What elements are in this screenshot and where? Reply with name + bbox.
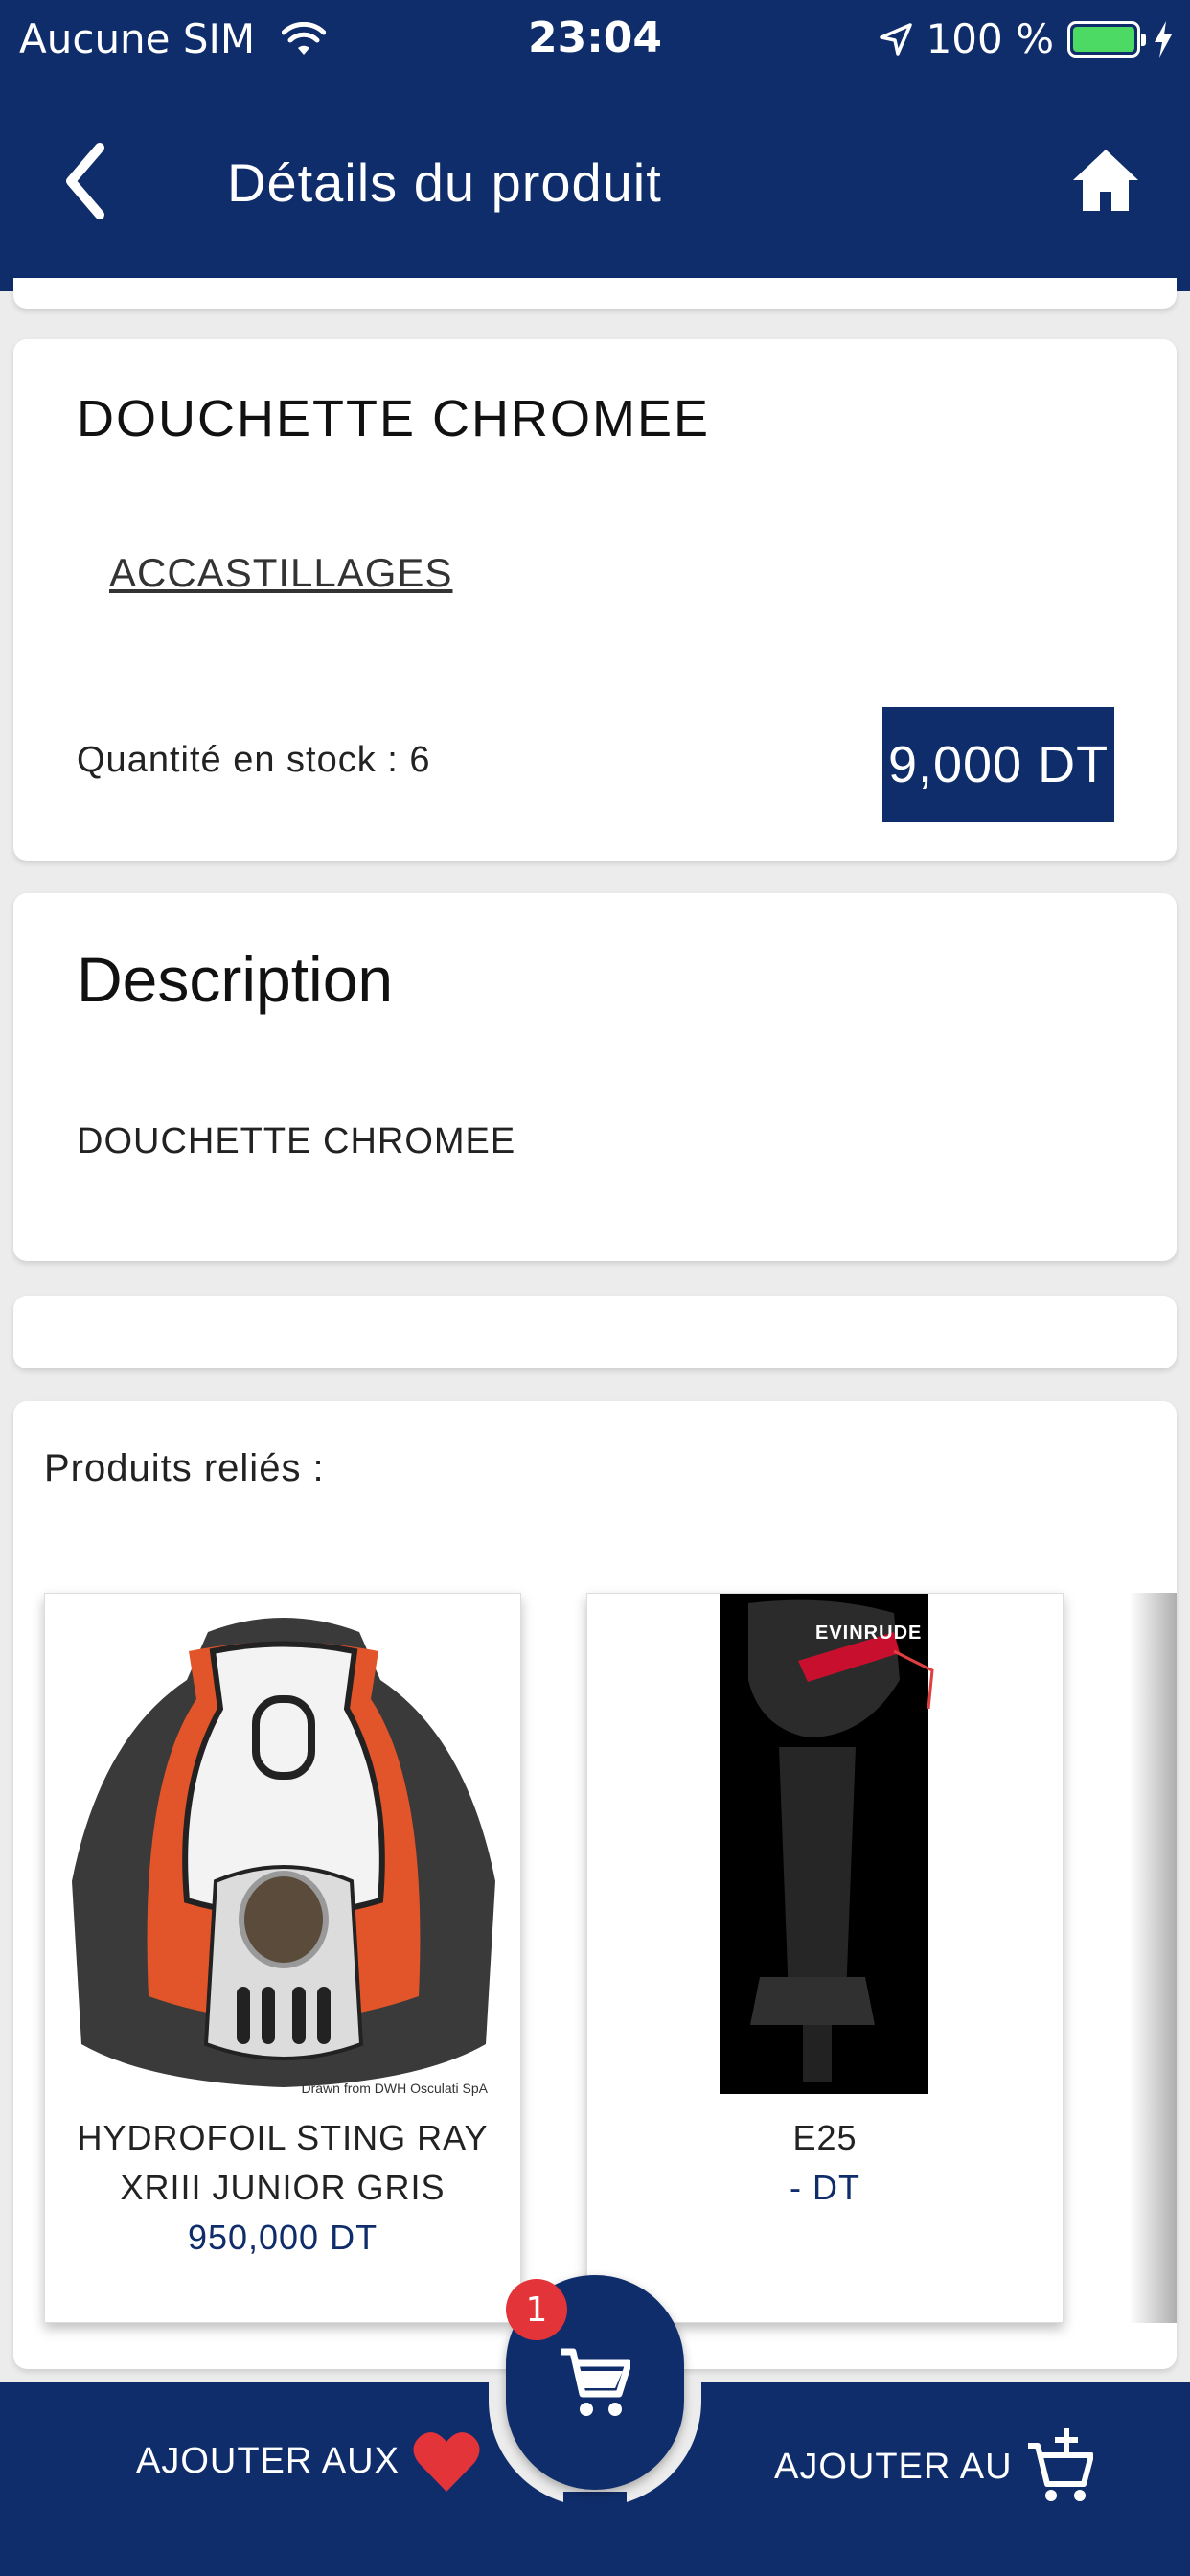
cart-plus-icon <box>1027 2428 1093 2501</box>
related-product-info: HYDROFOIL STING RAY XRIII JUNIOR GRIS 95… <box>64 2113 501 2263</box>
price-badge: 9,000 DT <box>882 707 1114 822</box>
related-product-name: HYDROFOIL STING RAY XRIII JUNIOR GRIS <box>77 2118 489 2207</box>
chevron-left-icon[interactable] <box>57 138 115 224</box>
related-products-title: Produits reliés : <box>44 1447 325 1489</box>
location-arrow-icon <box>879 22 912 56</box>
related-product-card-partial[interactable] <box>1131 1593 1177 2323</box>
status-bar: Aucune SIM 23:04 100 % <box>0 0 1190 79</box>
related-product-info: E25 - DT <box>606 2113 1043 2213</box>
add-to-cart-button[interactable]: AJOUTER AU <box>774 2428 1093 2505</box>
scrolled-card-edge <box>13 278 1177 309</box>
battery-icon <box>1067 20 1146 58</box>
category-link[interactable]: ACCASTILLAGES <box>109 550 452 596</box>
add-to-cart-label: AJOUTER AU <box>774 2446 1013 2487</box>
brand-logo-text: EVINRUDE <box>815 1622 923 1644</box>
related-product-card[interactable]: EVINRUDE E25 - DT <box>586 1593 1064 2323</box>
related-product-card[interactable]: Drawn from DWH Osculati SpA HYDROFOIL ST… <box>44 1593 521 2323</box>
battery-percent: 100 % <box>926 15 1054 62</box>
cart-count-badge: 1 <box>506 2279 567 2340</box>
product-image-hydrofoil: Drawn from DWH Osculati SpA <box>45 1594 520 2102</box>
status-right: 100 % <box>879 15 1173 62</box>
bottom-bar-divider <box>563 2492 627 2576</box>
description-text: DOUCHETTE CHROMEE <box>77 1121 516 1162</box>
product-info-card: DOUCHETTE CHROMEE ACCASTILLAGES Quantité… <box>13 339 1177 861</box>
related-product-price: - DT <box>790 2168 860 2207</box>
heart-icon <box>413 2432 480 2492</box>
related-product-price: 950,000 DT <box>187 2218 378 2257</box>
charging-bolt-icon <box>1155 20 1172 58</box>
add-to-favorites-label: AJOUTER AUX <box>136 2440 400 2481</box>
add-to-favorites-button[interactable]: AJOUTER AUX <box>136 2428 480 2494</box>
page-title: Détails du produit <box>227 152 662 213</box>
stock-quantity: Quantité en stock : 6 <box>77 740 431 780</box>
shopping-cart-icon <box>561 2348 630 2416</box>
image-credit: Drawn from DWH Osculati SpA <box>301 2081 488 2096</box>
description-heading: Description <box>77 944 394 1015</box>
home-icon[interactable] <box>1071 146 1140 215</box>
related-products-card: Produits reliés : Drawn from DWH Osculat… <box>13 1401 1177 2369</box>
empty-card <box>13 1296 1177 1368</box>
product-name: DOUCHETTE CHROMEE <box>77 390 711 448</box>
related-product-name: E25 <box>792 2118 858 2157</box>
product-image-outboard-motor: EVINRUDE <box>587 1594 1063 2102</box>
description-card: Description DOUCHETTE CHROMEE <box>13 893 1177 1261</box>
navigation-bar: Détails du produit <box>0 79 1190 291</box>
